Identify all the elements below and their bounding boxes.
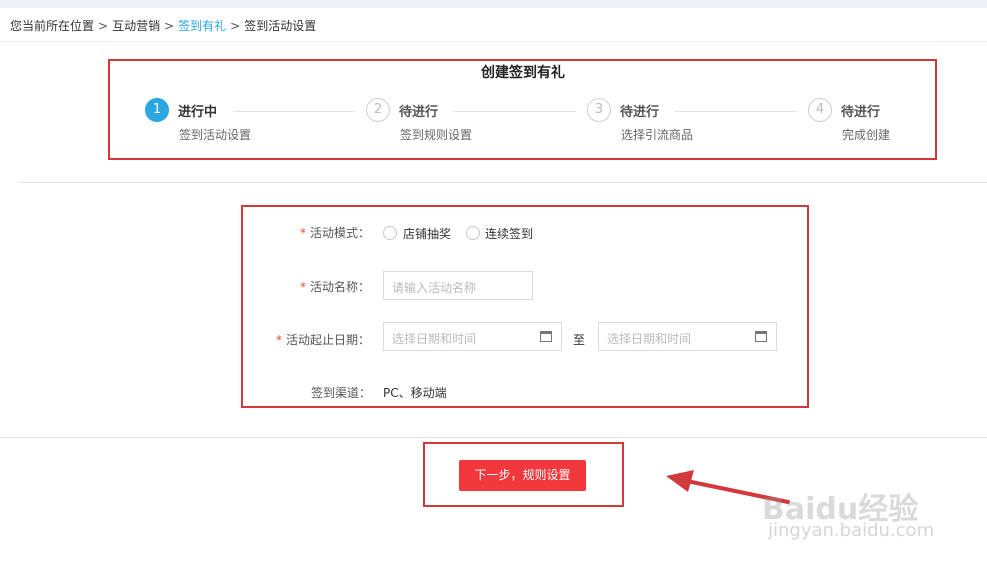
calendar-icon[interactable]: [755, 331, 767, 342]
step-4-status: 待进行: [841, 105, 881, 120]
step-1-name: 签到活动设置: [179, 128, 252, 142]
required-mark: *: [300, 226, 306, 240]
step-2-status: 待进行: [399, 105, 439, 120]
date-label: * 活动起止日期：: [276, 331, 370, 348]
breadcrumb-link-checkin[interactable]: 签到有礼: [178, 19, 226, 33]
radio-continuous-checkin-label[interactable]: 连续签到: [485, 225, 533, 242]
step-2-name: 签到规则设置: [400, 128, 473, 142]
divider: [18, 182, 987, 183]
breadcrumb-separator: >: [98, 19, 109, 33]
calendar-icon[interactable]: [540, 331, 552, 342]
start-date-input[interactable]: 选择日期和时间: [383, 322, 562, 351]
step-2-number: 2: [366, 98, 390, 122]
step-3-name: 选择引流商品: [621, 128, 694, 142]
breadcrumb-current: 签到活动设置: [244, 19, 317, 33]
watermark-url: jingyan.baidu.com: [768, 520, 935, 541]
step-1-status: 进行中: [178, 105, 218, 120]
channel-value: PC、移动端: [383, 386, 447, 400]
step-1-number: 1: [145, 98, 169, 122]
channel-label: 签到渠道：: [311, 386, 372, 400]
breadcrumb: 您当前所在位置 > 互动营销 > 签到有礼 > 签到活动设置: [10, 17, 316, 34]
step-connector: [674, 111, 797, 112]
page: 您当前所在位置 > 互动营销 > 签到有礼 > 签到活动设置 创建签到有礼 1 进行中 签到…: [0, 0, 987, 565]
name-label: * 活动名称：: [300, 278, 370, 295]
radio-store-lottery[interactable]: [383, 226, 397, 240]
radio-continuous-checkin[interactable]: [466, 226, 480, 240]
date-label-text: 活动起止日期：: [286, 333, 371, 347]
breadcrumb-separator: >: [164, 19, 175, 33]
step-connector: [453, 111, 576, 112]
breadcrumb-link-marketing[interactable]: 互动营销: [112, 19, 160, 33]
breadcrumb-location: 您当前所在位置: [10, 19, 95, 33]
end-date-input[interactable]: 选择日期和时间: [598, 322, 777, 351]
step-4-number: 4: [808, 98, 832, 122]
page-title: 创建签到有礼: [481, 65, 565, 81]
required-mark: *: [300, 280, 306, 294]
step-4-name: 完成创建: [842, 128, 891, 142]
breadcrumb-separator: >: [230, 19, 241, 33]
arrow-head: [666, 470, 694, 492]
radio-store-lottery-label[interactable]: 店铺抽奖: [403, 225, 451, 242]
top-bar: [0, 0, 987, 8]
required-mark: *: [276, 333, 282, 347]
step-connector: [233, 111, 355, 112]
date-to-label: 至: [573, 333, 586, 347]
mode-label-text: 活动模式：: [310, 226, 371, 240]
next-step-button[interactable]: 下一步，规则设置: [459, 460, 586, 491]
divider: [0, 437, 987, 438]
step-3-status: 待进行: [620, 105, 660, 120]
divider: [0, 41, 987, 42]
name-label-text: 活动名称：: [310, 280, 371, 294]
mode-label: * 活动模式：: [300, 224, 370, 241]
step-3-number: 3: [587, 98, 611, 122]
activity-name-input[interactable]: 请输入活动名称: [383, 271, 533, 300]
